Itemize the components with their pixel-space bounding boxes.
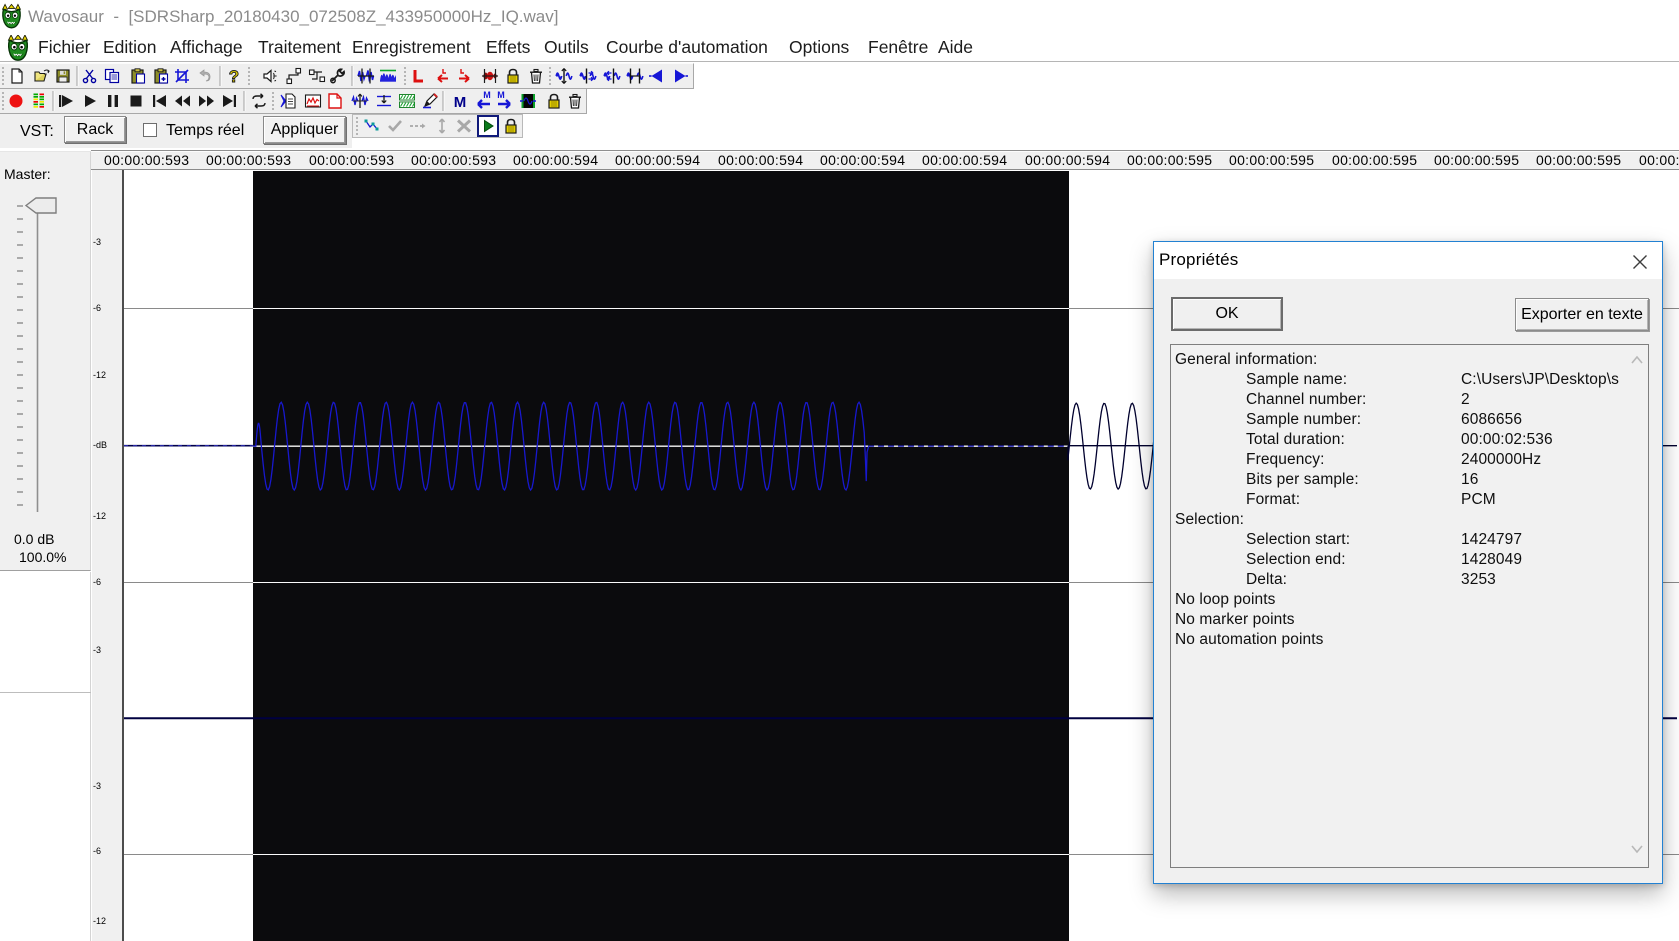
svg-text:M: M	[483, 90, 491, 100]
svg-text:?: ?	[229, 67, 239, 86]
svg-text:M: M	[497, 90, 505, 100]
svg-text:M: M	[454, 94, 467, 111]
